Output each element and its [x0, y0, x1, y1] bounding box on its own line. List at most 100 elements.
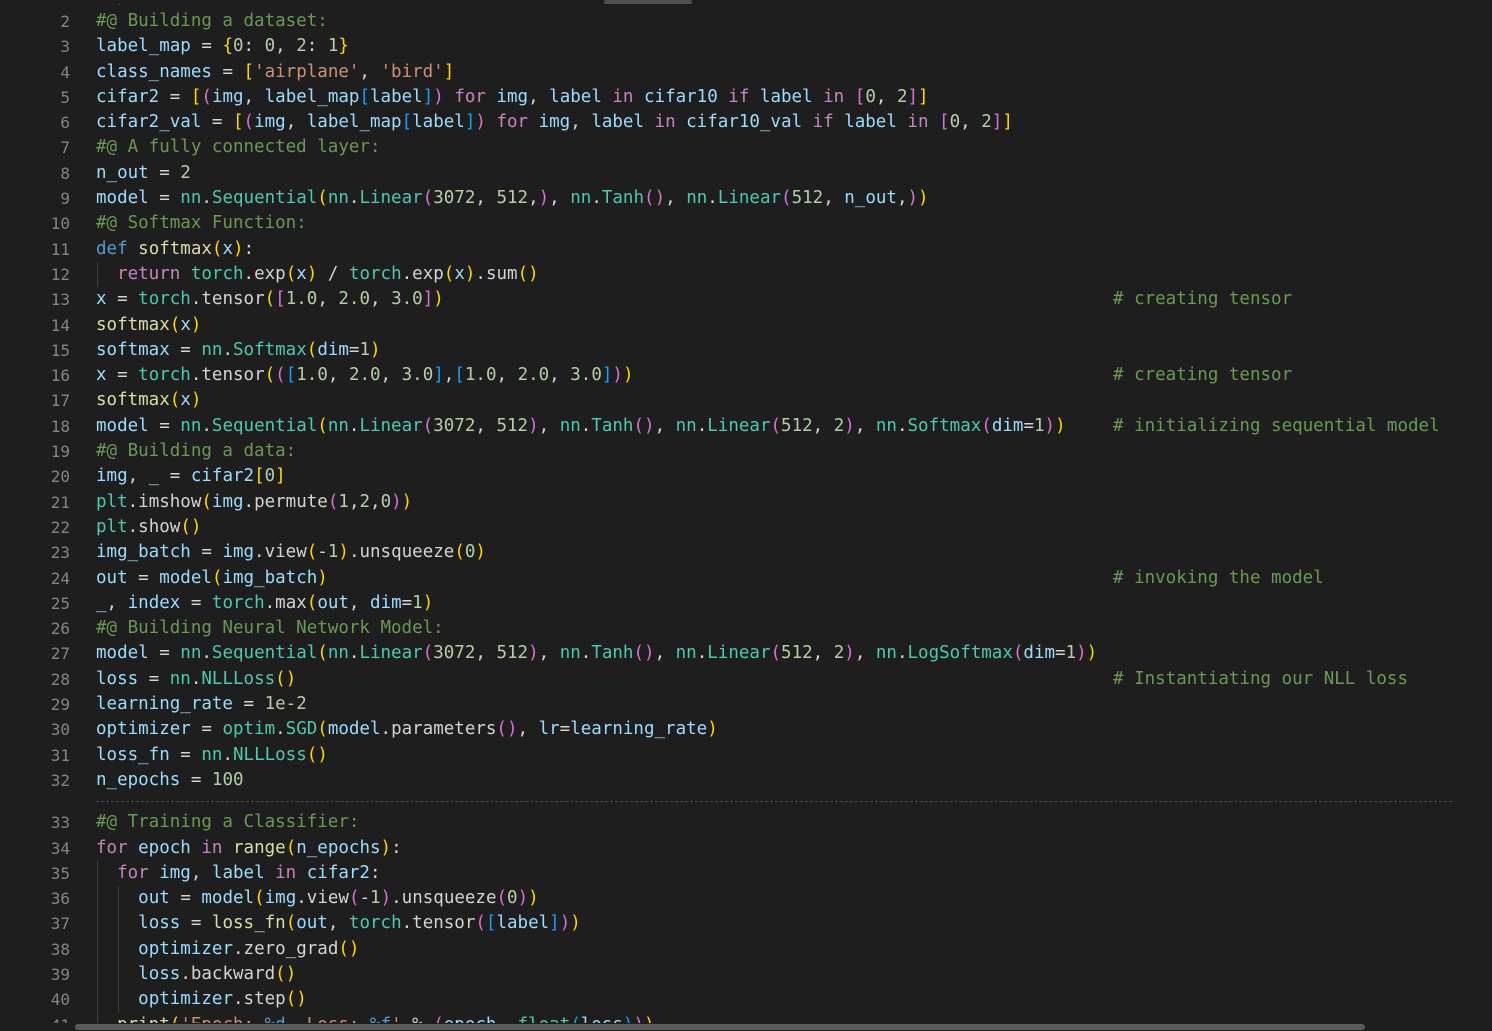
code-line[interactable]: 17 softmax(x) [0, 388, 1492, 413]
code-line[interactable]: 13 x = torch.tensor([1.0, 2.0, 3.0]) # cre… [0, 287, 1492, 312]
code-line[interactable]: 36 out = model(img.view(-1).unsqueeze(0)… [0, 886, 1492, 912]
code-line[interactable]: 22 plt.show() [0, 515, 1492, 540]
code-line[interactable]: 9 model = nn.Sequential(nn.Linear(3072, 5… [0, 186, 1492, 211]
code-token-p0: ) [528, 888, 539, 909]
code-line[interactable]: 38 optimizer.zero_grad() [0, 936, 1492, 962]
code-line[interactable]: 7 #@ A fully connected layer: [0, 135, 1492, 160]
code-token-var: _ [96, 592, 107, 613]
code-token-num: 1e-2 [264, 694, 307, 715]
line-number: 3 [60, 37, 70, 57]
code-token-var: lr [538, 719, 560, 740]
code-editor[interactable]: 1import torch, torch.nn as nn 2#@ Buildi… [0, 0, 1492, 1031]
code-line[interactable]: 40 optimizer.step() [0, 987, 1492, 1013]
code-token-p1: ( [770, 415, 782, 436]
code-token-p2: ] [549, 913, 560, 934]
code-line[interactable]: 16 x = torch.tensor(([1.0, 2.0, 3.0],[1.0… [0, 363, 1492, 388]
code-line-text: n_epochs = 100 [96, 768, 244, 793]
horizontal-scrollbar-bottom[interactable] [0, 1023, 1492, 1031]
code-token-p1: ) [528, 643, 539, 664]
code-line[interactable]: 39 loss.backward() [0, 961, 1492, 988]
code-token-p0: ] [1002, 112, 1013, 133]
code-token-op: = [138, 567, 160, 588]
code-token-op: = [190, 913, 212, 934]
code-token-p0: ) [422, 592, 434, 613]
code-token-p0: ( [275, 963, 286, 984]
code-token-num: 1 [327, 36, 339, 57]
code-line[interactable]: 30 optimizer = optim.SGD(model.parameters… [0, 717, 1492, 742]
code-token-p0: ) [317, 744, 328, 765]
code-token-plain: . [190, 289, 202, 310]
code-token-plain: . [222, 744, 233, 765]
code-line[interactable]: 20 img, _ = cifar2[0] [0, 464, 1492, 489]
code-line[interactable]: 33 #@ Training a Classifier: [0, 810, 1492, 835]
code-line[interactable]: 12 return torch.exp(x) / torch.exp(x).su… [0, 261, 1492, 288]
code-token-plain: . [275, 719, 286, 740]
code-token-p1: ( [475, 913, 486, 934]
code-token-plain: , [960, 112, 982, 133]
code-token-op: = [559, 719, 571, 740]
code-line[interactable]: 26 #@ Building Neural Network Model: [0, 616, 1492, 641]
code-line[interactable]: 5 cifar2 = [(img, label_map[label]) for i… [0, 85, 1492, 110]
code-token-plain: , [812, 415, 834, 436]
code-token-num: 2 [359, 491, 371, 512]
code-token-var: img [96, 466, 128, 487]
code-token-op: - [317, 542, 328, 563]
code-line[interactable]: 8 n_out = 2 [0, 161, 1492, 186]
code-line[interactable]: 34 for epoch in range(n_epochs): [0, 836, 1492, 861]
code-token-prop: max [275, 592, 307, 613]
scrollbar-thumb[interactable] [604, 0, 692, 4]
code-line[interactable]: 4 class_names = ['airplane', 'bird'] [0, 60, 1492, 85]
code-line[interactable]: 3 label_map = {0: 0, 2: 1} [0, 34, 1492, 59]
code-token-plain: . [222, 339, 233, 360]
code-token-plain: , [348, 592, 370, 613]
code-line[interactable]: 10 #@ Softmax Function: [0, 211, 1492, 236]
code-token-p0: [ [243, 61, 255, 82]
code-token-p1: ) [644, 643, 655, 664]
code-token-p0: ) [296, 989, 307, 1010]
code-line[interactable]: 21 plt.imshow(img.permute(1,2,0)) [0, 490, 1492, 515]
code-line[interactable]: 24 out = model(img_batch) # invoking the m… [0, 566, 1492, 591]
line-number: 31 [50, 745, 70, 765]
code-line[interactable]: 28 loss = nn.NLLLoss() # Instantiating our… [0, 667, 1492, 692]
code-lines-container[interactable]: 2 #@ Building a dataset: 3 label_map = {0: … [0, 9, 1492, 1031]
code-line[interactable]: 35 for img, label in cifar2: [0, 860, 1492, 887]
code-token-var: x [180, 390, 191, 411]
code-line[interactable]: 2 #@ Building a dataset: [0, 9, 1492, 34]
code-line[interactable]: 27 model = nn.Sequential(nn.Linear(3072, … [0, 641, 1492, 666]
code-line[interactable]: 18 model = nn.Sequential(nn.Linear(3072, … [0, 414, 1492, 439]
horizontal-scrollbar-top[interactable] [0, 0, 1492, 4]
line-number: 27 [50, 644, 70, 664]
code-token-op: - [359, 888, 371, 909]
code-line[interactable]: 32 n_epochs = 100 [0, 768, 1492, 793]
code-line[interactable]: 29 learning_rate = 1e-2 [0, 692, 1492, 717]
code-token-func: softmax [96, 390, 170, 411]
code-line[interactable]: 31 loss_fn = nn.NLLLoss() [0, 743, 1492, 768]
code-line[interactable]: 37 loss = loss_fn(out, torch.tensor([lab… [0, 911, 1492, 937]
code-token-class: nn [201, 744, 223, 765]
code-token-var: dim [1023, 643, 1056, 664]
code-token-p1: ( [633, 643, 645, 664]
scrollbar-thumb[interactable] [75, 1024, 1365, 1030]
code-token-p0: } [338, 36, 349, 57]
code-line[interactable]: 25 _, index = torch.max(out, dim=1) [0, 591, 1492, 616]
code-token-plain: , [875, 86, 897, 107]
code-token-class: torch [138, 365, 191, 386]
code-token-p1: ( [275, 365, 286, 386]
code-token-p0: [ [232, 112, 244, 133]
code-line[interactable]: 6 cifar2_val = [(img, label_map[label]) f… [0, 110, 1492, 135]
code-line-text: cifar2_val = [(img, label_map[label]) fo… [96, 110, 1013, 135]
code-token-class: Linear [359, 415, 423, 436]
code-token-var: label [211, 862, 276, 883]
code-token-p1: ( [496, 719, 507, 740]
code-token-plain: , [190, 862, 212, 883]
code-token-p0: ) [233, 238, 244, 259]
code-token-plain: , [854, 415, 876, 436]
code-line[interactable]: 11 def softmax(x): [0, 237, 1492, 262]
code-line[interactable]: 23 img_batch = img.view(-1).unsqueeze(0) [0, 540, 1492, 565]
code-line[interactable]: 14 softmax(x) [0, 313, 1492, 338]
code-line[interactable]: 15 softmax = nn.Softmax(dim=1) [0, 338, 1492, 363]
code-token-prop: unsqueeze [359, 542, 455, 563]
code-line[interactable]: 19 #@ Building a data: [0, 439, 1492, 464]
code-token-plain: . [580, 643, 592, 664]
